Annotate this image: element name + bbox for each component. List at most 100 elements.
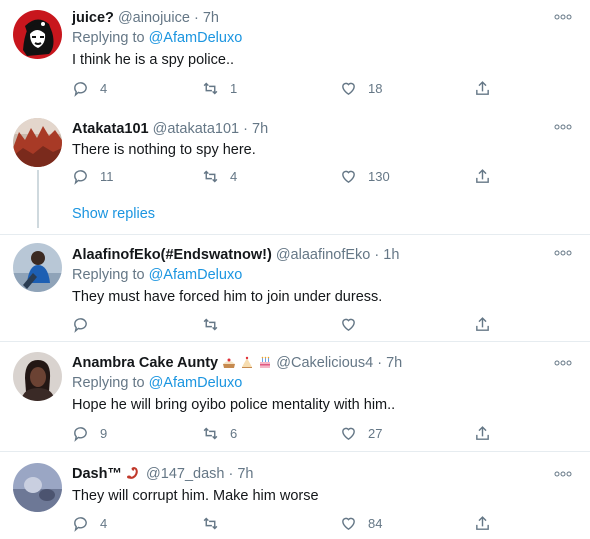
- tweet-text: I think he is a spy police..: [72, 52, 234, 68]
- tweet-text: Hope he will bring oyibo police mentalit…: [72, 397, 396, 413]
- like-icon: [342, 517, 355, 530]
- tweet-header: Anambra Cake Aunty @Cakelicious4 · 7h: [72, 354, 550, 372]
- timestamp[interactable]: 7h: [203, 10, 219, 26]
- woman-portrait-avatar: [13, 352, 62, 401]
- retweet-icon: [203, 82, 218, 94]
- reply-button[interactable]: 4: [72, 513, 107, 533]
- separator-dot: ·: [193, 10, 199, 26]
- replying-to: Replying to @AfamDeluxo: [72, 29, 550, 48]
- like-icon: [342, 170, 355, 183]
- share-button[interactable]: [474, 78, 491, 98]
- replying-prefix: Replying to: [72, 30, 149, 46]
- share-button[interactable]: [474, 166, 491, 186]
- like-icon: [342, 82, 355, 95]
- user-handle[interactable]: @ainojuice: [118, 10, 190, 26]
- person-blue-avatar: [13, 243, 62, 292]
- red-rock-landscape-avatar: [13, 118, 62, 167]
- reply-count: 11: [100, 168, 114, 184]
- like-count: 130: [368, 168, 390, 184]
- mention-link[interactable]: @AfamDeluxo: [149, 30, 243, 46]
- tweet-header: Dash™ @147_dash · 7h: [72, 465, 550, 483]
- reply-button[interactable]: 4: [72, 78, 107, 98]
- tweet-actions: 4 84: [72, 513, 512, 533]
- tweet-actions: 4 1 18: [72, 78, 512, 98]
- retweet-count: 6: [230, 425, 238, 441]
- mention-link[interactable]: @AfamDeluxo: [149, 267, 243, 283]
- like-button[interactable]: 18: [340, 78, 382, 98]
- timestamp[interactable]: 7h: [386, 355, 402, 371]
- reply-count: 4: [100, 80, 108, 96]
- tweet-text: They must have forced him to join under …: [72, 289, 383, 305]
- retweet-button[interactable]: 6: [202, 423, 237, 443]
- more-icon[interactable]: [553, 122, 573, 132]
- user-handle[interactable]: @Cakelicious4: [276, 355, 373, 371]
- user-handle[interactable]: @147_dash: [146, 466, 224, 482]
- like-button[interactable]: 130: [340, 166, 390, 186]
- blurry-photo-avatar: [13, 463, 62, 512]
- tweet-content: Anambra Cake Aunty @Cakelicious4 · 7h Re…: [72, 354, 550, 415]
- replying-to: Replying to @AfamDeluxo: [72, 266, 550, 285]
- avatar[interactable]: [13, 243, 62, 292]
- avatar[interactable]: [13, 10, 62, 59]
- more-icon[interactable]: [553, 358, 573, 368]
- tweet-alaafinofeko[interactable]: AlaafinofEko(#Endswatnow!) @alaafinofEko…: [0, 235, 590, 340]
- tweet-header: juice? @ainojuice · 7h: [72, 9, 550, 27]
- avatar[interactable]: [13, 352, 62, 401]
- display-name[interactable]: Anambra Cake Aunty: [72, 355, 218, 371]
- reply-button[interactable]: 9: [72, 423, 107, 443]
- share-icon: [476, 515, 489, 530]
- reply-feed: juice? @ainojuice · 7h Replying to @Afam…: [0, 0, 590, 539]
- avatar[interactable]: [13, 118, 62, 167]
- retweet-icon: [203, 427, 218, 439]
- reply-count: 4: [100, 515, 108, 531]
- user-handle[interactable]: @alaafinofEko: [276, 247, 371, 263]
- tweet-header: Atakata101 @atakata101 · 7h: [72, 120, 550, 138]
- reply-button[interactable]: [72, 314, 100, 334]
- tweet-text: They will corrupt him. Make him worse: [72, 488, 319, 504]
- tweet-juice[interactable]: juice? @ainojuice · 7h Replying to @Afam…: [0, 0, 590, 110]
- avatar[interactable]: [13, 463, 62, 512]
- timestamp[interactable]: 7h: [237, 466, 253, 482]
- tweet-content: Dash™ @147_dash · 7h They will corrupt h…: [72, 465, 550, 506]
- like-count: 27: [368, 425, 383, 441]
- share-button[interactable]: [474, 314, 491, 334]
- separator-dot: ·: [243, 121, 248, 137]
- more-icon[interactable]: [553, 12, 573, 22]
- cake-slice-emoji: [242, 356, 253, 368]
- user-handle[interactable]: @atakata101: [153, 121, 239, 137]
- reply-icon: [74, 426, 87, 442]
- share-button[interactable]: [474, 513, 491, 533]
- retweet-button[interactable]: [202, 314, 230, 334]
- like-button[interactable]: 84: [340, 513, 382, 533]
- che-portrait-avatar: [13, 10, 62, 59]
- share-button[interactable]: [474, 423, 491, 443]
- display-name[interactable]: Dash™: [72, 466, 122, 482]
- tweet-actions: 11 4 130: [72, 166, 512, 186]
- replying-prefix: Replying to: [72, 375, 149, 391]
- retweet-count: 1: [230, 80, 238, 96]
- replying-prefix: Replying to: [72, 267, 149, 283]
- birthday-cake-emoji: [260, 356, 271, 368]
- tweet-header: AlaafinofEko(#Endswatnow!) @alaafinofEko…: [72, 246, 550, 264]
- tweet-cakelicious[interactable]: Anambra Cake Aunty @Cakelicious4 · 7h Re…: [0, 342, 590, 450]
- show-replies-link[interactable]: Show replies: [72, 206, 155, 222]
- retweet-button[interactable]: 1: [202, 78, 237, 98]
- reply-button[interactable]: 11: [72, 166, 114, 186]
- like-button[interactable]: 27: [340, 423, 382, 443]
- more-icon[interactable]: [553, 248, 573, 258]
- like-button[interactable]: [340, 314, 368, 334]
- tweet-actions: [72, 314, 512, 334]
- retweet-button[interactable]: 4: [202, 166, 237, 186]
- like-icon: [342, 318, 355, 331]
- display-name[interactable]: Atakata101: [72, 121, 149, 137]
- more-icon[interactable]: [553, 469, 573, 479]
- display-name[interactable]: juice?: [72, 10, 114, 26]
- display-name[interactable]: AlaafinofEko(#Endswatnow!): [72, 247, 272, 263]
- timestamp[interactable]: 1h: [383, 247, 399, 263]
- like-icon: [342, 427, 355, 440]
- tweet-content: juice? @ainojuice · 7h Replying to @Afam…: [72, 9, 550, 70]
- retweet-button[interactable]: [202, 513, 230, 533]
- timestamp[interactable]: 7h: [252, 121, 268, 137]
- tweet-dash[interactable]: Dash™ @147_dash · 7h They will corrupt h…: [0, 452, 590, 539]
- mention-link[interactable]: @AfamDeluxo: [149, 375, 243, 391]
